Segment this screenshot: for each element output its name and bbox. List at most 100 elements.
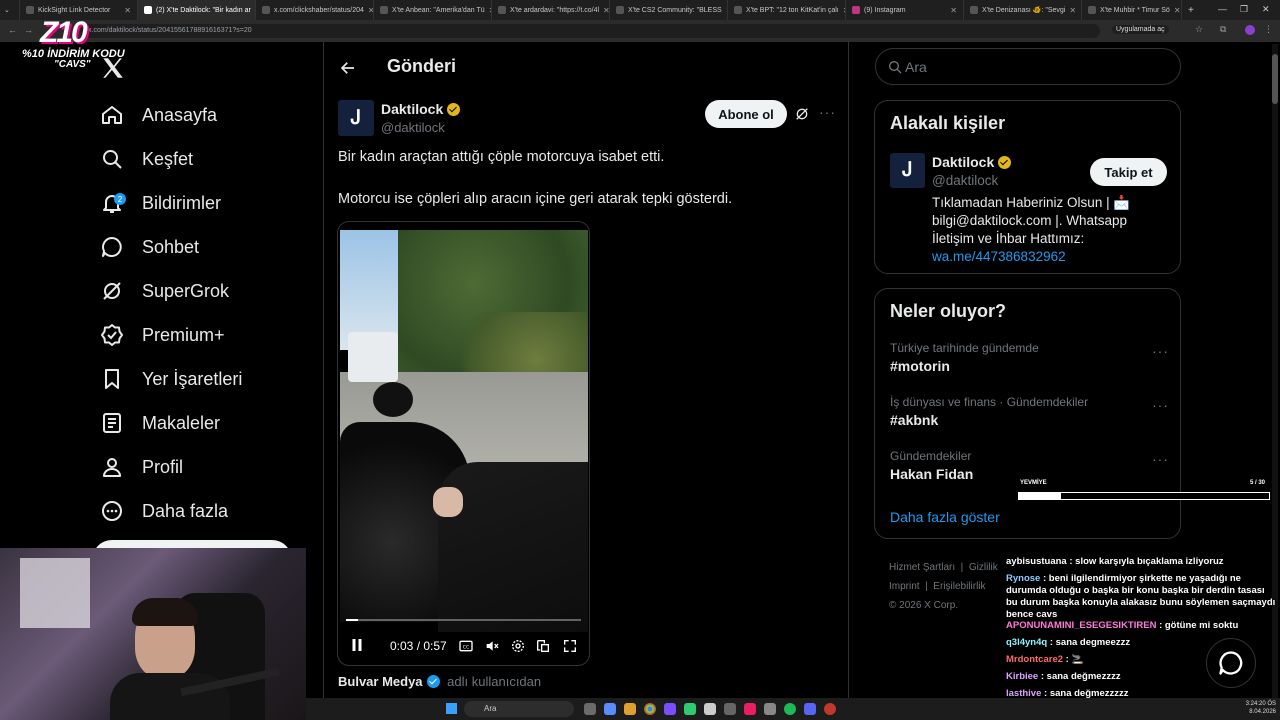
taskbar-app-icon[interactable] [824, 703, 836, 715]
taskbar-app-icon[interactable] [664, 703, 676, 715]
fullscreen-icon[interactable] [562, 638, 578, 654]
forward-nav-icon[interactable]: → [24, 25, 33, 35]
taskbar-app-icon[interactable] [744, 703, 756, 715]
sidebar-item-more[interactable]: Daha fazla [100, 494, 228, 528]
x-logo-icon[interactable] [100, 55, 126, 81]
tab-close-icon[interactable]: ✕ [124, 6, 131, 15]
tab-close-icon[interactable]: ✕ [1174, 6, 1181, 15]
chat-username[interactable]: Kirbiee [1006, 671, 1038, 682]
browser-tab[interactable]: X'te ardardavi: "https://t.co/4l ✕ [492, 0, 610, 20]
minimize-button[interactable]: — [1218, 4, 1227, 14]
sidebar-item-premium[interactable]: Premium+ [100, 318, 225, 352]
author-handle[interactable]: @daktilock [381, 120, 445, 135]
extensions-icon[interactable]: ⧉ [1220, 24, 1226, 35]
taskbar-app-icon[interactable] [584, 703, 596, 715]
sidebar-item-home[interactable]: Anasayfa [100, 98, 217, 132]
url-field[interactable]: x.com/daktilock/status/20415561788916163… [80, 24, 1100, 38]
windows-start-icon[interactable] [446, 703, 457, 714]
taskbar-app-icon[interactable] [684, 703, 696, 715]
pip-icon[interactable] [535, 638, 551, 654]
follow-button[interactable]: Takip et [1090, 158, 1167, 186]
mute-icon[interactable] [484, 638, 500, 654]
chat-reply-button[interactable] [1206, 638, 1256, 688]
chat-username[interactable]: q3l4yn4q [1006, 637, 1047, 648]
sidebar-item-profile[interactable]: Profil [100, 450, 183, 484]
subscribe-button[interactable]: Abone ol [705, 100, 787, 128]
back-nav-icon[interactable]: ← [8, 25, 17, 35]
browser-tab[interactable]: (9) Instagram ✕ [846, 0, 964, 20]
taskbar-app-icon[interactable] [624, 703, 636, 715]
trend-more-icon[interactable]: ··· [1152, 397, 1169, 413]
restore-button[interactable]: ❐ [1240, 4, 1248, 15]
author-name[interactable]: Daktilock [381, 101, 461, 117]
tab-list-icon[interactable]: ⌄ [4, 6, 10, 14]
bio-link[interactable]: wa.me/447386832962 [932, 248, 1172, 266]
new-tab-button[interactable]: + [1182, 5, 1200, 16]
taskbar-app-icon[interactable] [804, 703, 816, 715]
copyright: © 2026 X Corp. [889, 600, 959, 611]
next-post-author[interactable]: Bulvar Medya adlı kullanıcıdan [338, 674, 541, 689]
taskbar-app-icon[interactable] [764, 703, 776, 715]
search-bar[interactable]: Ara [875, 48, 1181, 85]
browser-tab[interactable]: X'te Denizanası 🐠: "Sevgi ✕ [964, 0, 1082, 20]
video-player[interactable]: 0:03 / 0:57 CC [337, 221, 590, 666]
sidebar-item-articles[interactable]: Makaleler [100, 406, 220, 440]
back-arrow-icon[interactable] [339, 59, 357, 77]
captions-icon[interactable]: CC [458, 638, 474, 654]
tab-close-icon[interactable]: ✕ [603, 6, 609, 15]
footer-link[interactable]: Erişilebilirlik [933, 581, 985, 592]
chat-username[interactable]: Mrdontcare2 [1006, 654, 1063, 665]
related-name[interactable]: Daktilock [932, 154, 1012, 170]
footer-link[interactable]: Hizmet Şartları [889, 562, 955, 573]
sidebar-item-explore[interactable]: Keşfet [100, 142, 193, 176]
taskbar-app-icon[interactable] [704, 703, 716, 715]
settings-gear-icon[interactable] [510, 638, 526, 654]
scrollbar-thumb[interactable] [1272, 54, 1278, 104]
taskbar-time: 3:24:20 ÖS [1245, 701, 1276, 707]
taskbar-app-icon[interactable] [604, 703, 616, 715]
taskbar-search[interactable]: Ara [464, 701, 574, 717]
browser-tab[interactable]: X'te BPT: "12 ton KitKat'in çalı✕ [728, 0, 846, 20]
tab-label: x.com/clickshaber/status/204 [274, 6, 364, 14]
trend-more-icon[interactable]: ··· [1152, 343, 1169, 359]
browser-menu-icon[interactable]: ⋮ [1264, 24, 1273, 35]
video-progress-track[interactable] [346, 619, 581, 621]
open-in-app-button[interactable]: Uygulamada aç [1112, 25, 1169, 34]
browser-tab[interactable]: X'te CS2 Community: "BLESS✕ [610, 0, 728, 20]
tab-close-icon[interactable]: ✕ [1069, 6, 1076, 15]
chat-username[interactable]: Rynose [1006, 573, 1040, 584]
related-handle[interactable]: @daktilock [932, 173, 998, 188]
taskbar-chrome-icon[interactable] [644, 703, 656, 715]
related-avatar[interactable]: Ꭻ [890, 153, 925, 188]
browser-tab[interactable]: X'te Anbean: "Amerika'dan Tü✕ [374, 0, 492, 20]
trend-item[interactable]: İş dünyası ve finans · Gündemdekiler #ak… [890, 395, 1170, 428]
trend-item[interactable]: Türkiye tarihinde gündemde #motorin ··· [890, 341, 1170, 374]
profile-avatar-icon[interactable] [1245, 25, 1255, 35]
browser-tab-active[interactable]: (2) X'te Daktilock: "Bir kadın ar✕ [138, 0, 256, 20]
sidebar-item-supergrok[interactable]: SuperGrok [100, 274, 229, 308]
show-more-link[interactable]: Daha fazla göster [890, 509, 1000, 525]
taskbar-spotify-icon[interactable] [784, 703, 796, 715]
grok-explain-icon[interactable] [794, 106, 810, 122]
author-avatar[interactable]: Ꭻ [338, 100, 374, 136]
star-icon[interactable]: ☆ [1195, 24, 1203, 35]
sidebar-item-bookmarks[interactable]: Yer İşaretleri [100, 362, 242, 396]
trend-item[interactable]: Gündemdekiler Hakan Fidan ··· [890, 449, 1170, 482]
more-options-icon[interactable]: ··· [819, 104, 836, 120]
pause-icon[interactable] [348, 636, 366, 654]
taskbar-app-icon[interactable] [724, 703, 736, 715]
close-window-button[interactable]: ✕ [1262, 4, 1270, 15]
trend-more-icon[interactable]: ··· [1152, 451, 1169, 467]
taskbar-clock[interactable]: 3:24:20 ÖS 8.04.2026 [1231, 700, 1276, 716]
browser-tab[interactable]: ⌄ [0, 0, 20, 20]
browser-tab[interactable]: X'te Muhbir * Timur Sö ✕ [1082, 0, 1182, 20]
footer-link[interactable]: Gizlilik [969, 562, 998, 573]
sidebar-item-notifications[interactable]: 2 Bildirimler [100, 186, 221, 220]
footer-link[interactable]: Imprint [889, 581, 920, 592]
chat-username[interactable]: aybisustuana [1006, 556, 1067, 567]
yevmiye-overlay: YEVMİYE 5 / 30 [1018, 480, 1270, 504]
sidebar-item-chat[interactable]: Sohbet [100, 230, 199, 264]
browser-tab[interactable]: x.com/clickshaber/status/204 ✕ [256, 0, 374, 20]
chat-username[interactable]: APONUNAMINI_ESEGESIKTIREN [1006, 620, 1156, 631]
tab-close-icon[interactable]: ✕ [950, 6, 957, 15]
